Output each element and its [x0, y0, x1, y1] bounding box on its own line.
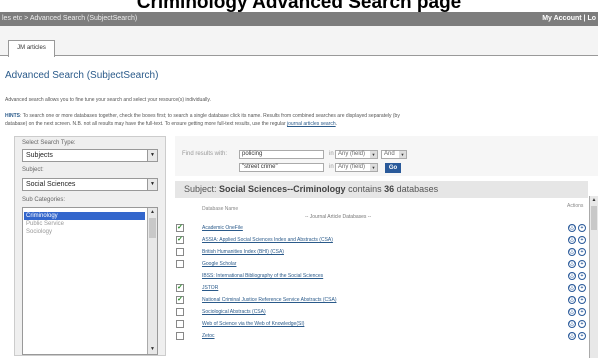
info-icon[interactable]: ⓘ	[568, 224, 576, 232]
top-navigation-bar: les etc > Advanced Search (SubjectSearch…	[0, 12, 598, 26]
table-row: Google Scholar ⓘ +	[175, 260, 588, 270]
subject-summary-bar: Subject: Social Sciences--Criminology co…	[175, 181, 588, 198]
database-checkbox[interactable]	[176, 248, 184, 256]
table-row: Web of Science via the Web of Knowledge(…	[175, 320, 588, 330]
intro-text: Advanced search allows you to fine tune …	[5, 97, 211, 103]
results-panel: Find results with: policing in Any (fiel…	[175, 136, 598, 358]
database-checkbox[interactable]	[176, 332, 184, 340]
page-title: Advanced Search (SubjectSearch)	[5, 70, 159, 81]
add-icon[interactable]: +	[578, 224, 586, 232]
table-row: ✓ Academic OneFile ⓘ +	[175, 224, 588, 234]
chevron-down-icon: ▼	[370, 151, 377, 158]
add-icon[interactable]: +	[578, 320, 586, 328]
add-icon[interactable]: +	[578, 260, 586, 268]
subcategory-public-service[interactable]: Public Service	[24, 220, 145, 228]
database-link[interactable]: Web of Science via the Web of Knowledge(…	[202, 320, 304, 328]
database-link[interactable]: ASSIA: Applied Social Sciences Index and…	[202, 236, 333, 244]
add-icon[interactable]: +	[578, 248, 586, 256]
field-2-select[interactable]: Any (field) ▼	[335, 163, 378, 172]
table-row: ✓ ASSIA: Applied Social Sciences Index a…	[175, 236, 588, 246]
table-row: Sociological Abstracts (CSA) ⓘ +	[175, 308, 588, 318]
search-type-label: Select Search Type:	[22, 140, 76, 146]
column-header-database-name: Database Name	[202, 206, 239, 212]
database-link[interactable]: National Criminal Justice Reference Serv…	[202, 296, 337, 304]
scroll-thumb[interactable]	[591, 206, 597, 230]
table-row: IBSS: International Bibliography of the …	[175, 272, 588, 282]
info-icon[interactable]: ⓘ	[568, 272, 576, 280]
info-icon[interactable]: ⓘ	[568, 320, 576, 328]
info-icon[interactable]: ⓘ	[568, 296, 576, 304]
subcategories-label: Sub Categories:	[22, 197, 66, 203]
find-results-label: Find results with:	[182, 151, 228, 157]
chevron-down-icon: ▼	[147, 150, 157, 161]
add-icon[interactable]: +	[578, 284, 586, 292]
search-term-1-input[interactable]: policing	[239, 150, 324, 159]
database-link[interactable]: Zetoc	[202, 332, 215, 340]
database-link[interactable]: Google Scholar	[202, 260, 236, 268]
info-icon[interactable]: ⓘ	[568, 332, 576, 340]
database-checkbox[interactable]: ✓	[176, 296, 184, 304]
info-icon[interactable]: ⓘ	[568, 308, 576, 316]
section-header: -- Journal Article Databases --	[305, 214, 372, 220]
table-row: British Humanities Index (BHI) (CSA) ⓘ +	[175, 248, 588, 258]
search-type-select[interactable]: Subjects ▼	[22, 149, 158, 162]
search-form: Find results with: policing in Any (fiel…	[175, 136, 598, 176]
database-checkbox[interactable]: ✓	[176, 284, 184, 292]
subcategory-criminology[interactable]: Criminology	[24, 212, 145, 220]
column-header-actions: Actions	[567, 203, 584, 209]
add-icon[interactable]: +	[578, 308, 586, 316]
table-row: Zetoc ⓘ +	[175, 332, 588, 342]
table-row: ✓ JSTOR ⓘ +	[175, 284, 588, 294]
journal-articles-search-link[interactable]: journal articles search	[287, 121, 336, 127]
go-button[interactable]: Go	[385, 163, 401, 173]
tab-journal-articles[interactable]: JM articles	[8, 40, 55, 57]
database-link[interactable]: British Humanities Index (BHI) (CSA)	[202, 248, 284, 256]
info-icon[interactable]: ⓘ	[568, 236, 576, 244]
info-icon[interactable]: ⓘ	[568, 284, 576, 292]
add-icon[interactable]: +	[578, 296, 586, 304]
scroll-up-icon[interactable]: ▲	[590, 196, 598, 204]
search-type-panel: Select Search Type: Subjects ▼ Subject: …	[14, 136, 166, 356]
database-link[interactable]: IBSS: International Bibliography of the …	[202, 272, 323, 280]
add-icon[interactable]: +	[578, 332, 586, 340]
subcategories-listbox[interactable]: Criminology Public Service Sociology ▲ ▼	[22, 207, 158, 355]
subcategories-scrollbar[interactable]: ▲ ▼	[147, 208, 157, 354]
database-checkbox[interactable]	[176, 320, 184, 328]
scroll-down-icon[interactable]: ▼	[148, 345, 157, 354]
scroll-up-icon[interactable]: ▲	[148, 208, 157, 217]
add-icon[interactable]: +	[578, 236, 586, 244]
database-checkbox[interactable]: ✓	[176, 236, 184, 244]
search-term-2-input[interactable]: "street crime"	[239, 163, 324, 172]
table-row: ✓ National Criminal Justice Reference Se…	[175, 296, 588, 306]
boolean-operator-select[interactable]: And ▼	[381, 150, 407, 159]
database-checkbox[interactable]	[176, 308, 184, 316]
chevron-down-icon: ▼	[147, 179, 157, 190]
hints-text: HINTS: To search one or more databases t…	[5, 113, 400, 127]
breadcrumb[interactable]: les etc > Advanced Search (SubjectSearch…	[2, 15, 137, 22]
field-1-select[interactable]: Any (field) ▼	[335, 150, 378, 159]
info-icon[interactable]: ⓘ	[568, 248, 576, 256]
chevron-down-icon: ▼	[370, 164, 377, 171]
scroll-thumb[interactable]	[149, 218, 156, 238]
database-link[interactable]: JSTOR	[202, 284, 218, 292]
subject-select[interactable]: Social Sciences ▼	[22, 178, 158, 191]
database-link[interactable]: Sociological Abstracts (CSA)	[202, 308, 266, 316]
my-account-link[interactable]: My Account | Lo	[542, 15, 596, 22]
tab-strip: JM articles	[0, 26, 598, 57]
subcategory-sociology[interactable]: Sociology	[24, 228, 145, 236]
chevron-down-icon: ▼	[399, 151, 406, 158]
database-checkbox[interactable]	[176, 260, 184, 268]
results-scrollbar[interactable]: ▲	[589, 196, 598, 358]
add-icon[interactable]: +	[578, 272, 586, 280]
info-icon[interactable]: ⓘ	[568, 260, 576, 268]
database-checkbox[interactable]: ✓	[176, 224, 184, 232]
subject-label: Subject:	[22, 167, 44, 173]
database-link[interactable]: Academic OneFile	[202, 224, 243, 232]
hints-label: HINTS	[5, 113, 20, 119]
